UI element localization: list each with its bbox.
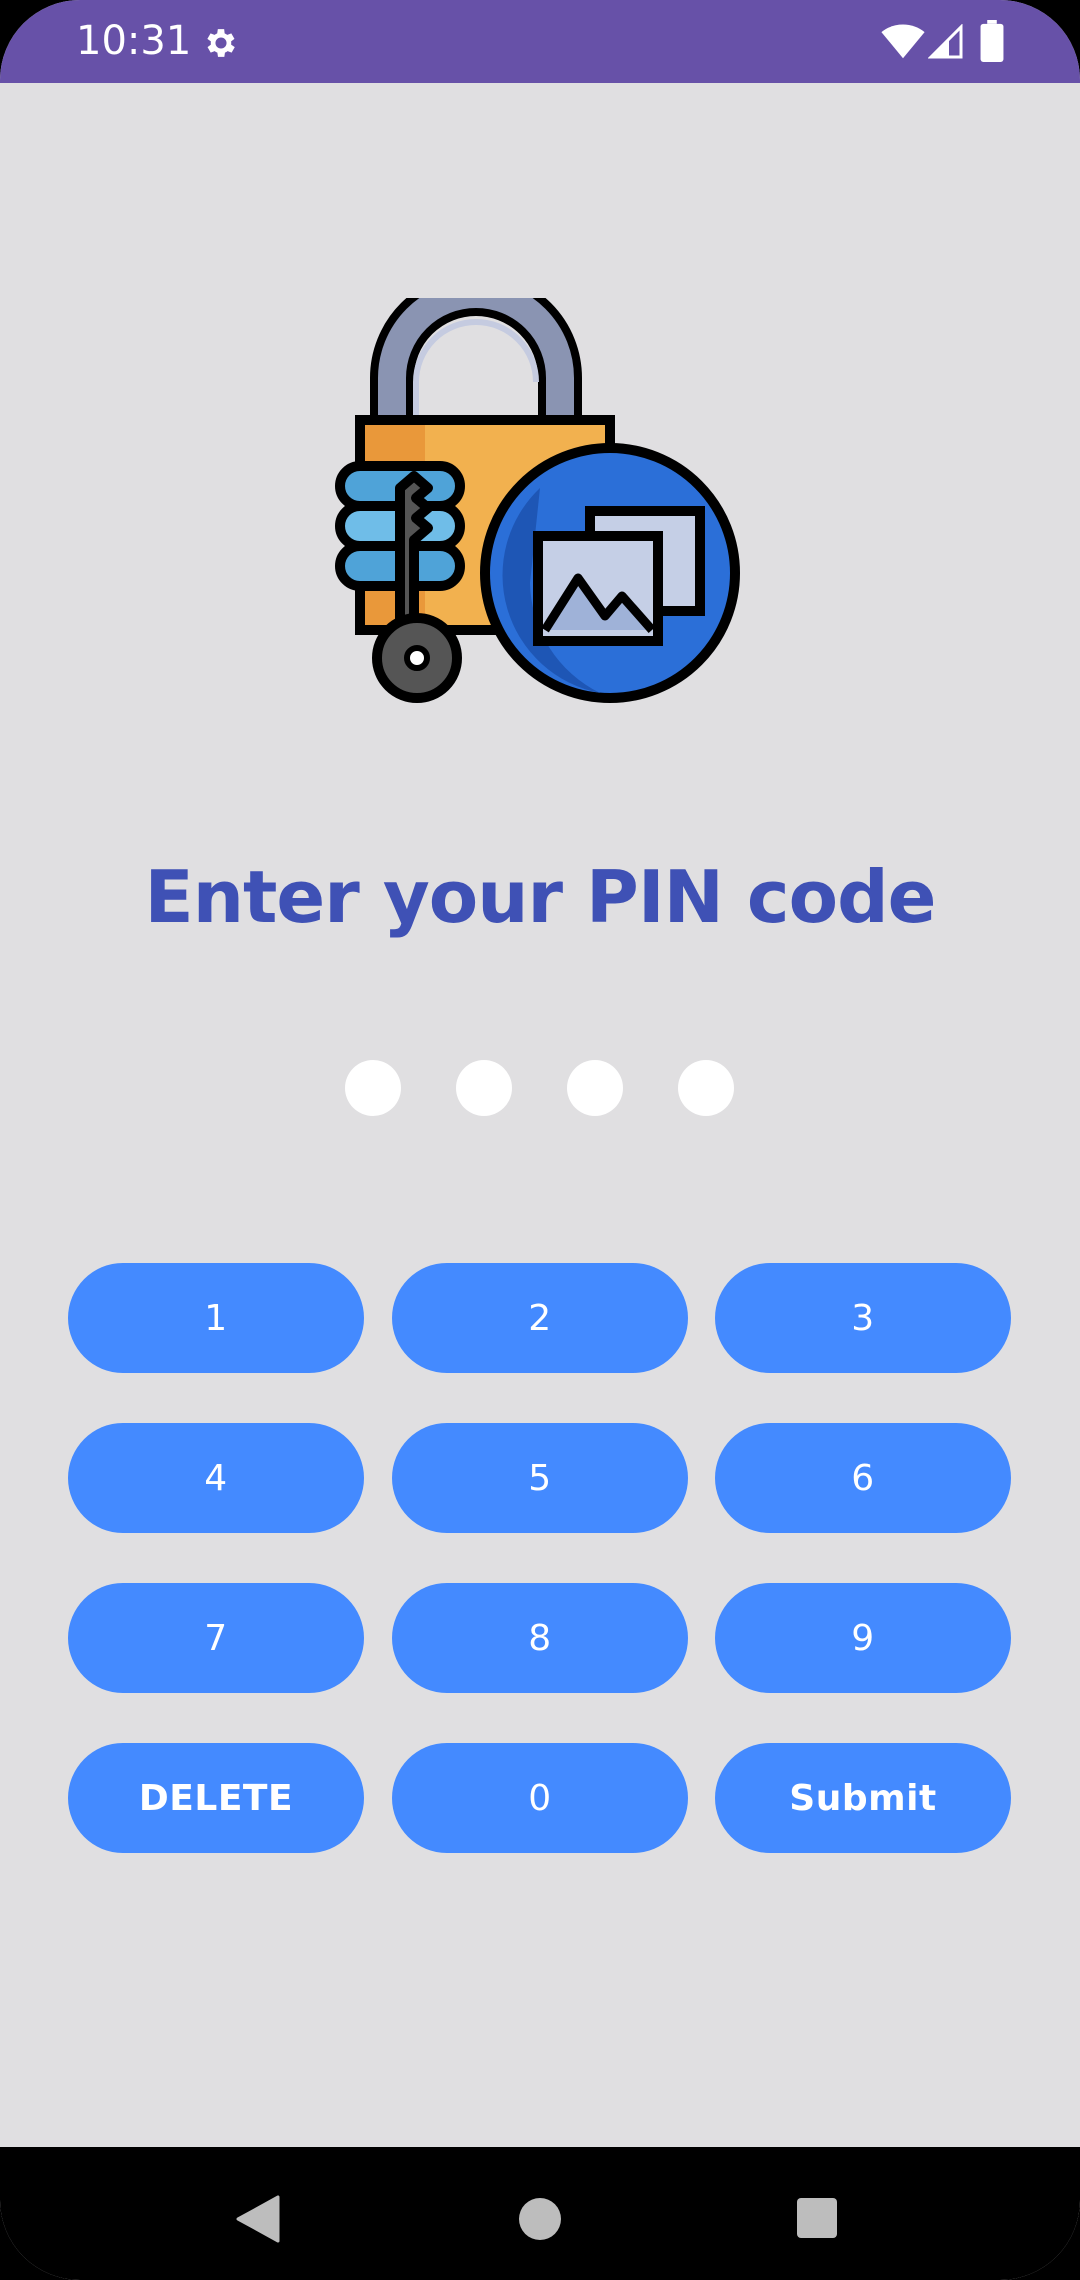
key-1-button[interactable]: 1 [68, 1263, 364, 1373]
key-3-button[interactable]: 3 [715, 1263, 1011, 1373]
key-7-button[interactable]: 7 [68, 1583, 364, 1693]
delete-button[interactable]: DELETE [68, 1743, 364, 1853]
pin-dot [567, 1060, 623, 1116]
back-triangle-icon[interactable] [236, 2195, 280, 2243]
pin-indicator [0, 1060, 1080, 1116]
pin-dot [678, 1060, 734, 1116]
padlock-key-gallery-illustration [335, 298, 740, 703]
key-4-button[interactable]: 4 [68, 1423, 364, 1533]
home-circle-icon[interactable] [519, 2198, 561, 2240]
wifi-icon [881, 24, 925, 59]
pin-lock-screen: 10:31 Enter your PIN code 1 2 3 4 5 6 7 … [0, 0, 1080, 2280]
navigation-bar [0, 2147, 1080, 2280]
status-time: 10:31 [76, 18, 192, 64]
pin-dot [456, 1060, 512, 1116]
cell-signal-icon [928, 24, 963, 59]
submit-button[interactable]: Submit [715, 1743, 1011, 1853]
key-0-button[interactable]: 0 [392, 1743, 688, 1853]
key-5-button[interactable]: 5 [392, 1423, 688, 1533]
pin-dot [345, 1060, 401, 1116]
gear-icon [207, 29, 235, 57]
status-bar: 10:31 [0, 0, 1080, 83]
key-2-button[interactable]: 2 [392, 1263, 688, 1373]
page-title: Enter your PIN code [144, 855, 937, 939]
battery-icon [980, 20, 1004, 62]
key-6-button[interactable]: 6 [715, 1423, 1011, 1533]
key-8-button[interactable]: 8 [392, 1583, 688, 1693]
recents-square-icon[interactable] [797, 2198, 837, 2238]
key-9-button[interactable]: 9 [715, 1583, 1011, 1693]
